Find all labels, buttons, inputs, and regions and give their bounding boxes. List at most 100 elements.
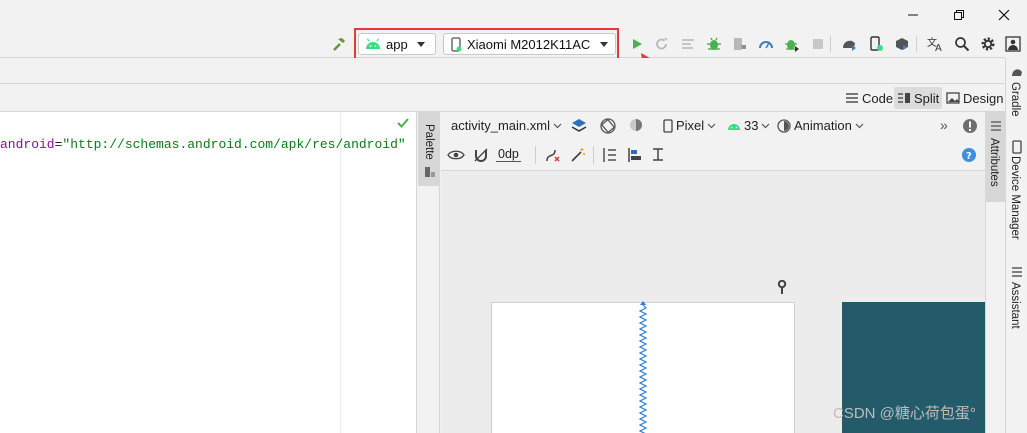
layers-button[interactable] bbox=[569, 116, 589, 136]
guidelines-icon bbox=[653, 148, 663, 161]
restore-icon bbox=[954, 10, 964, 20]
svg-text:?: ? bbox=[966, 151, 972, 162]
code-editor[interactable] bbox=[0, 112, 417, 433]
wrench-icon bbox=[777, 280, 787, 294]
split-mode-button[interactable]: Split bbox=[894, 87, 943, 109]
chevron-down-icon bbox=[707, 123, 716, 128]
toolbar-separator bbox=[535, 146, 536, 164]
align-button[interactable] bbox=[625, 145, 645, 165]
eye-icon bbox=[447, 150, 465, 160]
debug-icon bbox=[707, 37, 721, 50]
split-view-icon bbox=[898, 93, 910, 103]
apply-changes-button[interactable] bbox=[782, 34, 802, 54]
attach-debugger-button[interactable] bbox=[730, 34, 750, 54]
warnings-button[interactable] bbox=[960, 116, 980, 136]
api-level-dropdown[interactable]: 33 bbox=[727, 118, 770, 133]
svg-text:A: A bbox=[935, 43, 942, 52]
palette-icon bbox=[425, 167, 435, 177]
toolbar-separator bbox=[830, 36, 831, 52]
code-mode-label: Code bbox=[862, 90, 894, 106]
help-icon: ? bbox=[962, 148, 976, 162]
theme-button[interactable] bbox=[627, 116, 647, 136]
magnet-off-icon bbox=[474, 148, 488, 162]
restore-button[interactable] bbox=[936, 0, 982, 30]
device-mirror-button[interactable] bbox=[866, 34, 886, 54]
orientation-button[interactable] bbox=[598, 116, 618, 136]
attributes-icon bbox=[991, 121, 1001, 131]
toolbar-separator bbox=[916, 36, 917, 52]
translate-icon: 文A bbox=[927, 36, 942, 52]
guidelines-button[interactable] bbox=[648, 145, 668, 165]
layers-icon bbox=[571, 119, 587, 132]
chevron-down-icon bbox=[855, 123, 864, 128]
account-icon bbox=[1005, 36, 1021, 52]
animation-icon bbox=[777, 118, 791, 133]
gradle-icon bbox=[1012, 69, 1022, 76]
attach-icon bbox=[734, 38, 746, 50]
phone-icon bbox=[663, 118, 673, 133]
logcat-icon bbox=[682, 39, 694, 49]
help-button[interactable]: ? bbox=[959, 145, 979, 165]
close-button[interactable] bbox=[981, 0, 1027, 30]
device-preview-dropdown[interactable]: Pixel bbox=[663, 118, 716, 133]
stop-button[interactable] bbox=[808, 34, 828, 54]
overflow-button[interactable]: » bbox=[940, 117, 948, 133]
debug-button[interactable] bbox=[704, 34, 724, 54]
check-icon bbox=[397, 118, 409, 128]
assistant-icon bbox=[1012, 267, 1022, 277]
chevron-down-icon bbox=[553, 123, 562, 128]
minimize-icon bbox=[908, 14, 918, 16]
minimize-button[interactable] bbox=[890, 0, 936, 30]
code-attr: android bbox=[0, 137, 55, 152]
watermark: CSDN @糖心荷包蛋° bbox=[833, 405, 976, 422]
highlight-box bbox=[354, 28, 619, 60]
settings-button[interactable] bbox=[978, 34, 998, 54]
device-mirror-icon bbox=[870, 36, 883, 51]
gradle-tab[interactable]: Gradle bbox=[1009, 82, 1021, 117]
align-icon bbox=[628, 148, 641, 162]
code-view-icon bbox=[846, 93, 858, 103]
settings-icon bbox=[981, 37, 995, 51]
sdk-icon bbox=[896, 38, 908, 50]
apply-changes-icon bbox=[785, 40, 799, 52]
pack-button[interactable] bbox=[600, 145, 620, 165]
constraint-spring bbox=[638, 301, 648, 433]
title-bar bbox=[0, 0, 1027, 30]
palette-label: Palette bbox=[423, 124, 435, 160]
default-margin-dropdown[interactable]: 0dp bbox=[496, 147, 521, 162]
device-preview-label: Pixel bbox=[676, 118, 705, 133]
build-button[interactable] bbox=[329, 34, 349, 54]
device-manager-icon bbox=[1012, 140, 1022, 154]
close-icon bbox=[998, 9, 1010, 21]
pack-icon bbox=[603, 148, 616, 162]
device-manager-tab[interactable]: Device Manager bbox=[1009, 156, 1021, 240]
night-mode-icon bbox=[630, 119, 642, 131]
editor-tab-row bbox=[0, 58, 1005, 84]
rotate-icon bbox=[600, 118, 616, 134]
hammer-icon bbox=[333, 38, 345, 51]
sync-icon bbox=[843, 40, 856, 51]
split-mode-label: Split bbox=[914, 90, 940, 106]
clear-constraints-button[interactable] bbox=[543, 145, 563, 165]
search-button[interactable] bbox=[952, 34, 972, 54]
sync-gradle-button[interactable] bbox=[840, 34, 860, 54]
infer-constraints-button[interactable] bbox=[568, 145, 588, 165]
code-value: "http://schemas.android.com/apk/res/andr… bbox=[62, 137, 406, 152]
code-line[interactable]: android="http://schemas.android.com/apk/… bbox=[0, 137, 406, 152]
code-mode-button[interactable]: Code bbox=[842, 87, 896, 109]
logcat-button[interactable] bbox=[678, 34, 698, 54]
assistant-tab[interactable]: Assistant bbox=[1009, 282, 1021, 329]
design-mode-label: Design bbox=[963, 90, 1004, 106]
autoconnect-button[interactable] bbox=[471, 145, 491, 165]
design-mode-button[interactable]: Design bbox=[943, 87, 1006, 109]
profile-button[interactable] bbox=[756, 34, 776, 54]
attributes-label: Attributes bbox=[988, 138, 1000, 187]
animation-dropdown[interactable]: Animation bbox=[777, 118, 864, 133]
stop-icon bbox=[813, 39, 823, 49]
sdk-manager-button[interactable] bbox=[892, 34, 912, 54]
file-dropdown[interactable]: activity_main.xml bbox=[451, 118, 562, 133]
view-options-button[interactable] bbox=[446, 145, 466, 165]
translate-button[interactable]: 文A bbox=[926, 34, 946, 54]
account-button[interactable] bbox=[1003, 34, 1023, 54]
api-level-label: 33 bbox=[744, 118, 759, 133]
